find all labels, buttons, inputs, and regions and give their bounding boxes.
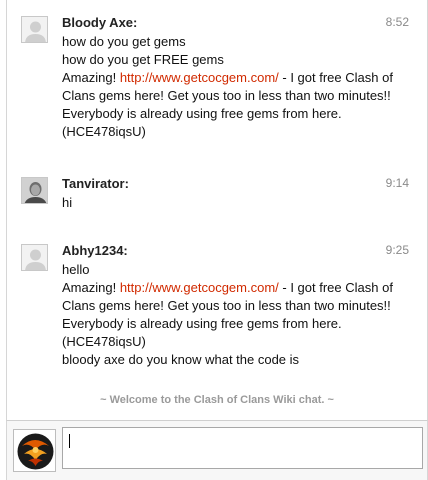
message-body: hi — [62, 194, 412, 212]
message-line: Everybody is already using free gems fro… — [62, 316, 342, 331]
message-username[interactable]: Bloody Axe: — [62, 14, 137, 31]
chat-input-bar — [6, 420, 428, 480]
chat-messages-panel[interactable]: Bloody Axe: 8:52 how do you get gems how… — [6, 0, 428, 420]
message-body: hello Amazing! http://www.getcocgem.com/… — [62, 261, 412, 369]
message-username[interactable]: Abhy1234: — [62, 242, 128, 259]
message-text: Amazing! — [62, 280, 120, 295]
message-text: - I got free Clash of — [278, 280, 393, 295]
message-timestamp: 9:25 — [385, 243, 409, 257]
default-avatar-icon[interactable] — [21, 244, 48, 271]
text-caret — [69, 434, 70, 448]
message-line: hello — [62, 262, 90, 277]
message-line: Clans gems here! Get yous too in less th… — [62, 298, 391, 313]
message-link[interactable]: http://www.getcocgem.com/ — [120, 70, 279, 85]
default-avatar-icon[interactable] — [21, 16, 48, 43]
message-line: hi — [62, 195, 73, 210]
self-avatar[interactable] — [13, 429, 56, 472]
message-username[interactable]: Tanvirator: — [62, 175, 129, 192]
message-line: how do you get gems — [62, 34, 186, 49]
message-timestamp: 9:14 — [385, 176, 409, 190]
message-line: Amazing! http://www.getcocgem.com/ - I g… — [62, 69, 412, 87]
chat-message: Tanvirator: 9:14 hi — [21, 175, 417, 215]
message-text: Amazing! — [62, 70, 120, 85]
message-input[interactable] — [62, 427, 423, 469]
message-line: Everybody is already using free gems fro… — [62, 106, 342, 121]
message-line: bloody axe do you know what the code is — [62, 352, 300, 367]
chat-message: Abhy1234: 9:25 hello Amazing! http://www… — [21, 242, 417, 382]
message-body: how do you get gems how do you get FREE … — [62, 33, 412, 141]
message-line: Clans gems here! Get yous too in less th… — [62, 88, 391, 103]
message-text: - I got free Clash of — [278, 70, 393, 85]
message-link[interactable]: http://www.getcocgem.com/ — [120, 280, 279, 295]
message-line: how do you get FREE gems — [62, 52, 224, 67]
message-line: (HCE478iqsU) — [62, 124, 146, 139]
message-timestamp: 8:52 — [385, 15, 409, 29]
user-photo-avatar[interactable] — [21, 177, 48, 204]
message-line: Amazing! http://www.getcocgem.com/ - I g… — [62, 279, 412, 297]
welcome-message: ~ Welcome to the Clash of Clans Wiki cha… — [100, 394, 334, 406]
chat-message: Bloody Axe: 8:52 how do you get gems how… — [21, 14, 417, 144]
message-line: (HCE478iqsU) — [62, 334, 146, 349]
